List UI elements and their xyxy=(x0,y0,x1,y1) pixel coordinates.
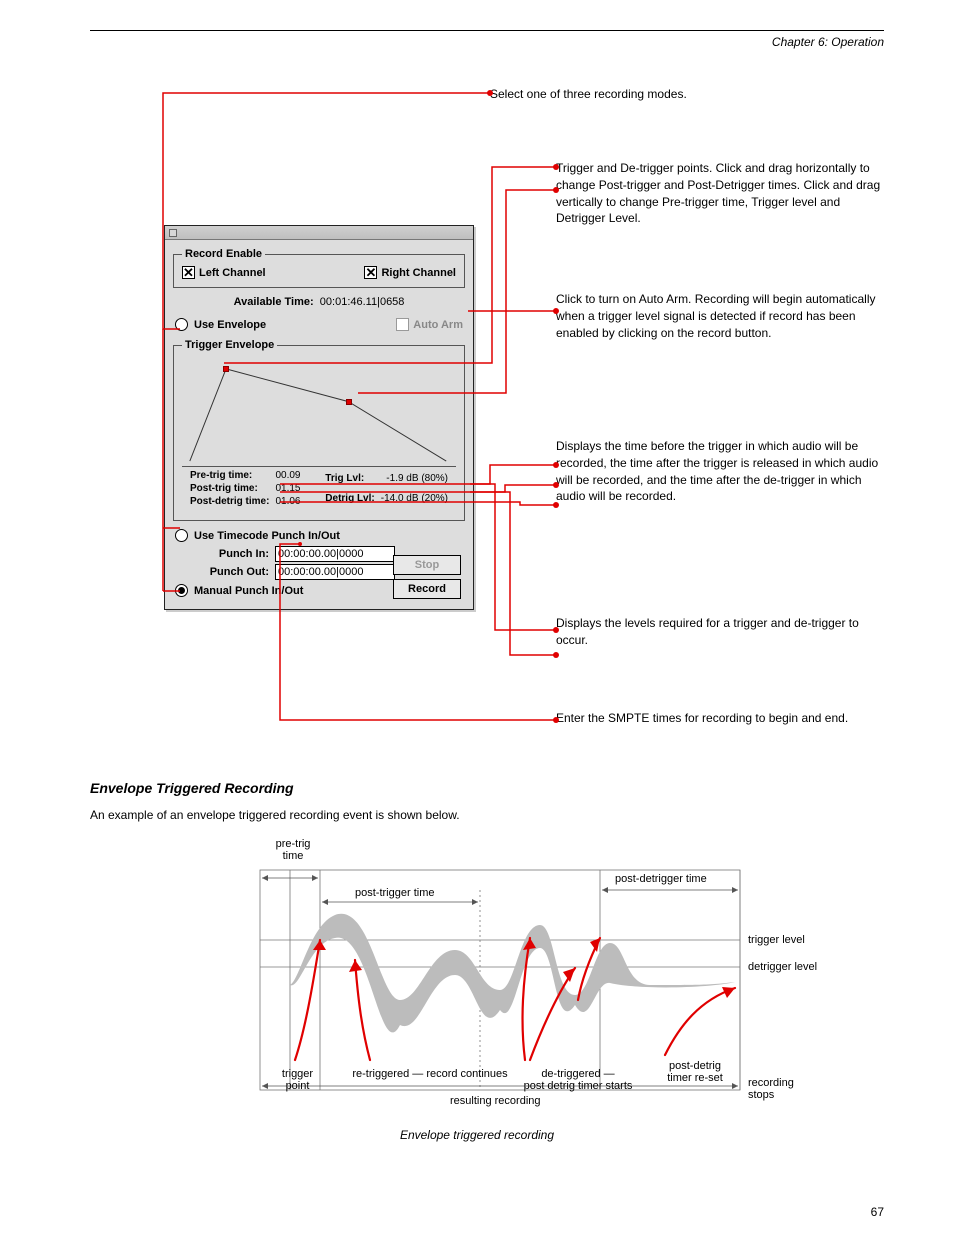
page-number: 67 xyxy=(871,1205,884,1250)
annot-trigger-points: Trigger and De-trigger points. Click and… xyxy=(556,160,886,227)
auto-arm-checkbox[interactable]: Auto Arm xyxy=(396,318,463,331)
left-channel-label: Left Channel xyxy=(199,267,266,279)
record-enable-legend: Record Enable xyxy=(182,248,265,260)
lbl-retrig: re-triggered — record continues xyxy=(345,1068,515,1080)
annot-times-display: Displays the time before the trigger in … xyxy=(556,438,886,505)
lbl-detriglvl: detrigger level xyxy=(748,961,817,973)
lbl-triglvl: trigger level xyxy=(748,934,805,946)
right-channel-checkbox[interactable]: ✕Right Channel xyxy=(364,266,456,279)
section-title: Envelope Triggered Recording xyxy=(90,780,884,796)
trigger-envelope-legend: Trigger Envelope xyxy=(182,339,277,351)
lbl-pretrig: pre-trig time xyxy=(268,838,318,862)
lbl-detrig: de-triggered — post detrig timer starts xyxy=(508,1068,648,1092)
lbl-timerreset: post-detrig timer re-set xyxy=(655,1060,735,1084)
header-chapter: Chapter 6: Operation xyxy=(772,35,884,49)
annot-recording-modes: Select one of three recording modes. xyxy=(490,86,870,103)
use-timecode-label: Use Timecode Punch In/Out xyxy=(194,530,340,542)
manual-punch-label: Manual Punch In/Out xyxy=(194,585,303,597)
record-enable-group: Record Enable ✕Left Channel ✕Right Chann… xyxy=(173,248,465,288)
stop-button[interactable]: Stop xyxy=(393,555,461,575)
use-timecode-radio[interactable] xyxy=(175,529,188,542)
punch-out-input[interactable] xyxy=(275,564,395,580)
punch-in-input[interactable] xyxy=(275,546,395,562)
left-channel-checkbox[interactable]: ✕Left Channel xyxy=(182,266,266,279)
manual-punch-radio[interactable] xyxy=(175,584,188,597)
punch-out-label: Punch Out: xyxy=(199,566,269,578)
section-body: An example of an envelope triggered reco… xyxy=(90,808,884,822)
annot-smpte: Enter the SMPTE times for recording to b… xyxy=(556,710,886,727)
record-button[interactable]: Record xyxy=(393,579,461,599)
lbl-recstop: recording stops xyxy=(748,1077,794,1101)
punch-in-label: Punch In: xyxy=(199,548,269,560)
lbl-recresult: resulting recording xyxy=(450,1095,541,1107)
lbl-posttrig: post-trigger time xyxy=(355,887,434,899)
lbl-postdetrig: post-detrigger time xyxy=(615,873,707,885)
use-envelope-radio[interactable] xyxy=(175,318,188,331)
right-channel-label: Right Channel xyxy=(381,267,456,279)
envelope-graph[interactable] xyxy=(182,357,456,467)
annot-auto-arm: Click to turn on Auto Arm. Recording wil… xyxy=(556,291,886,341)
use-envelope-label: Use Envelope xyxy=(194,319,266,331)
annot-levels-display: Displays the levels required for a trigg… xyxy=(556,615,886,649)
diagram-caption: Envelope triggered recording xyxy=(0,1128,954,1142)
lbl-trigpoint: trigger point xyxy=(270,1068,325,1092)
auto-arm-label: Auto Arm xyxy=(413,319,463,331)
detrigger-point-handle[interactable] xyxy=(346,399,352,405)
available-time: Available Time: 00:01:46.11|0658 xyxy=(165,296,473,308)
trigger-envelope-group: Trigger Envelope Pre-trig time:00.09 Pos… xyxy=(173,339,465,521)
trigger-point-handle[interactable] xyxy=(223,366,229,372)
titlebar-close-icon[interactable] xyxy=(169,229,177,237)
record-settings-dialog: Record Enable ✕Left Channel ✕Right Chann… xyxy=(164,225,474,610)
titlebar[interactable] xyxy=(165,226,473,240)
